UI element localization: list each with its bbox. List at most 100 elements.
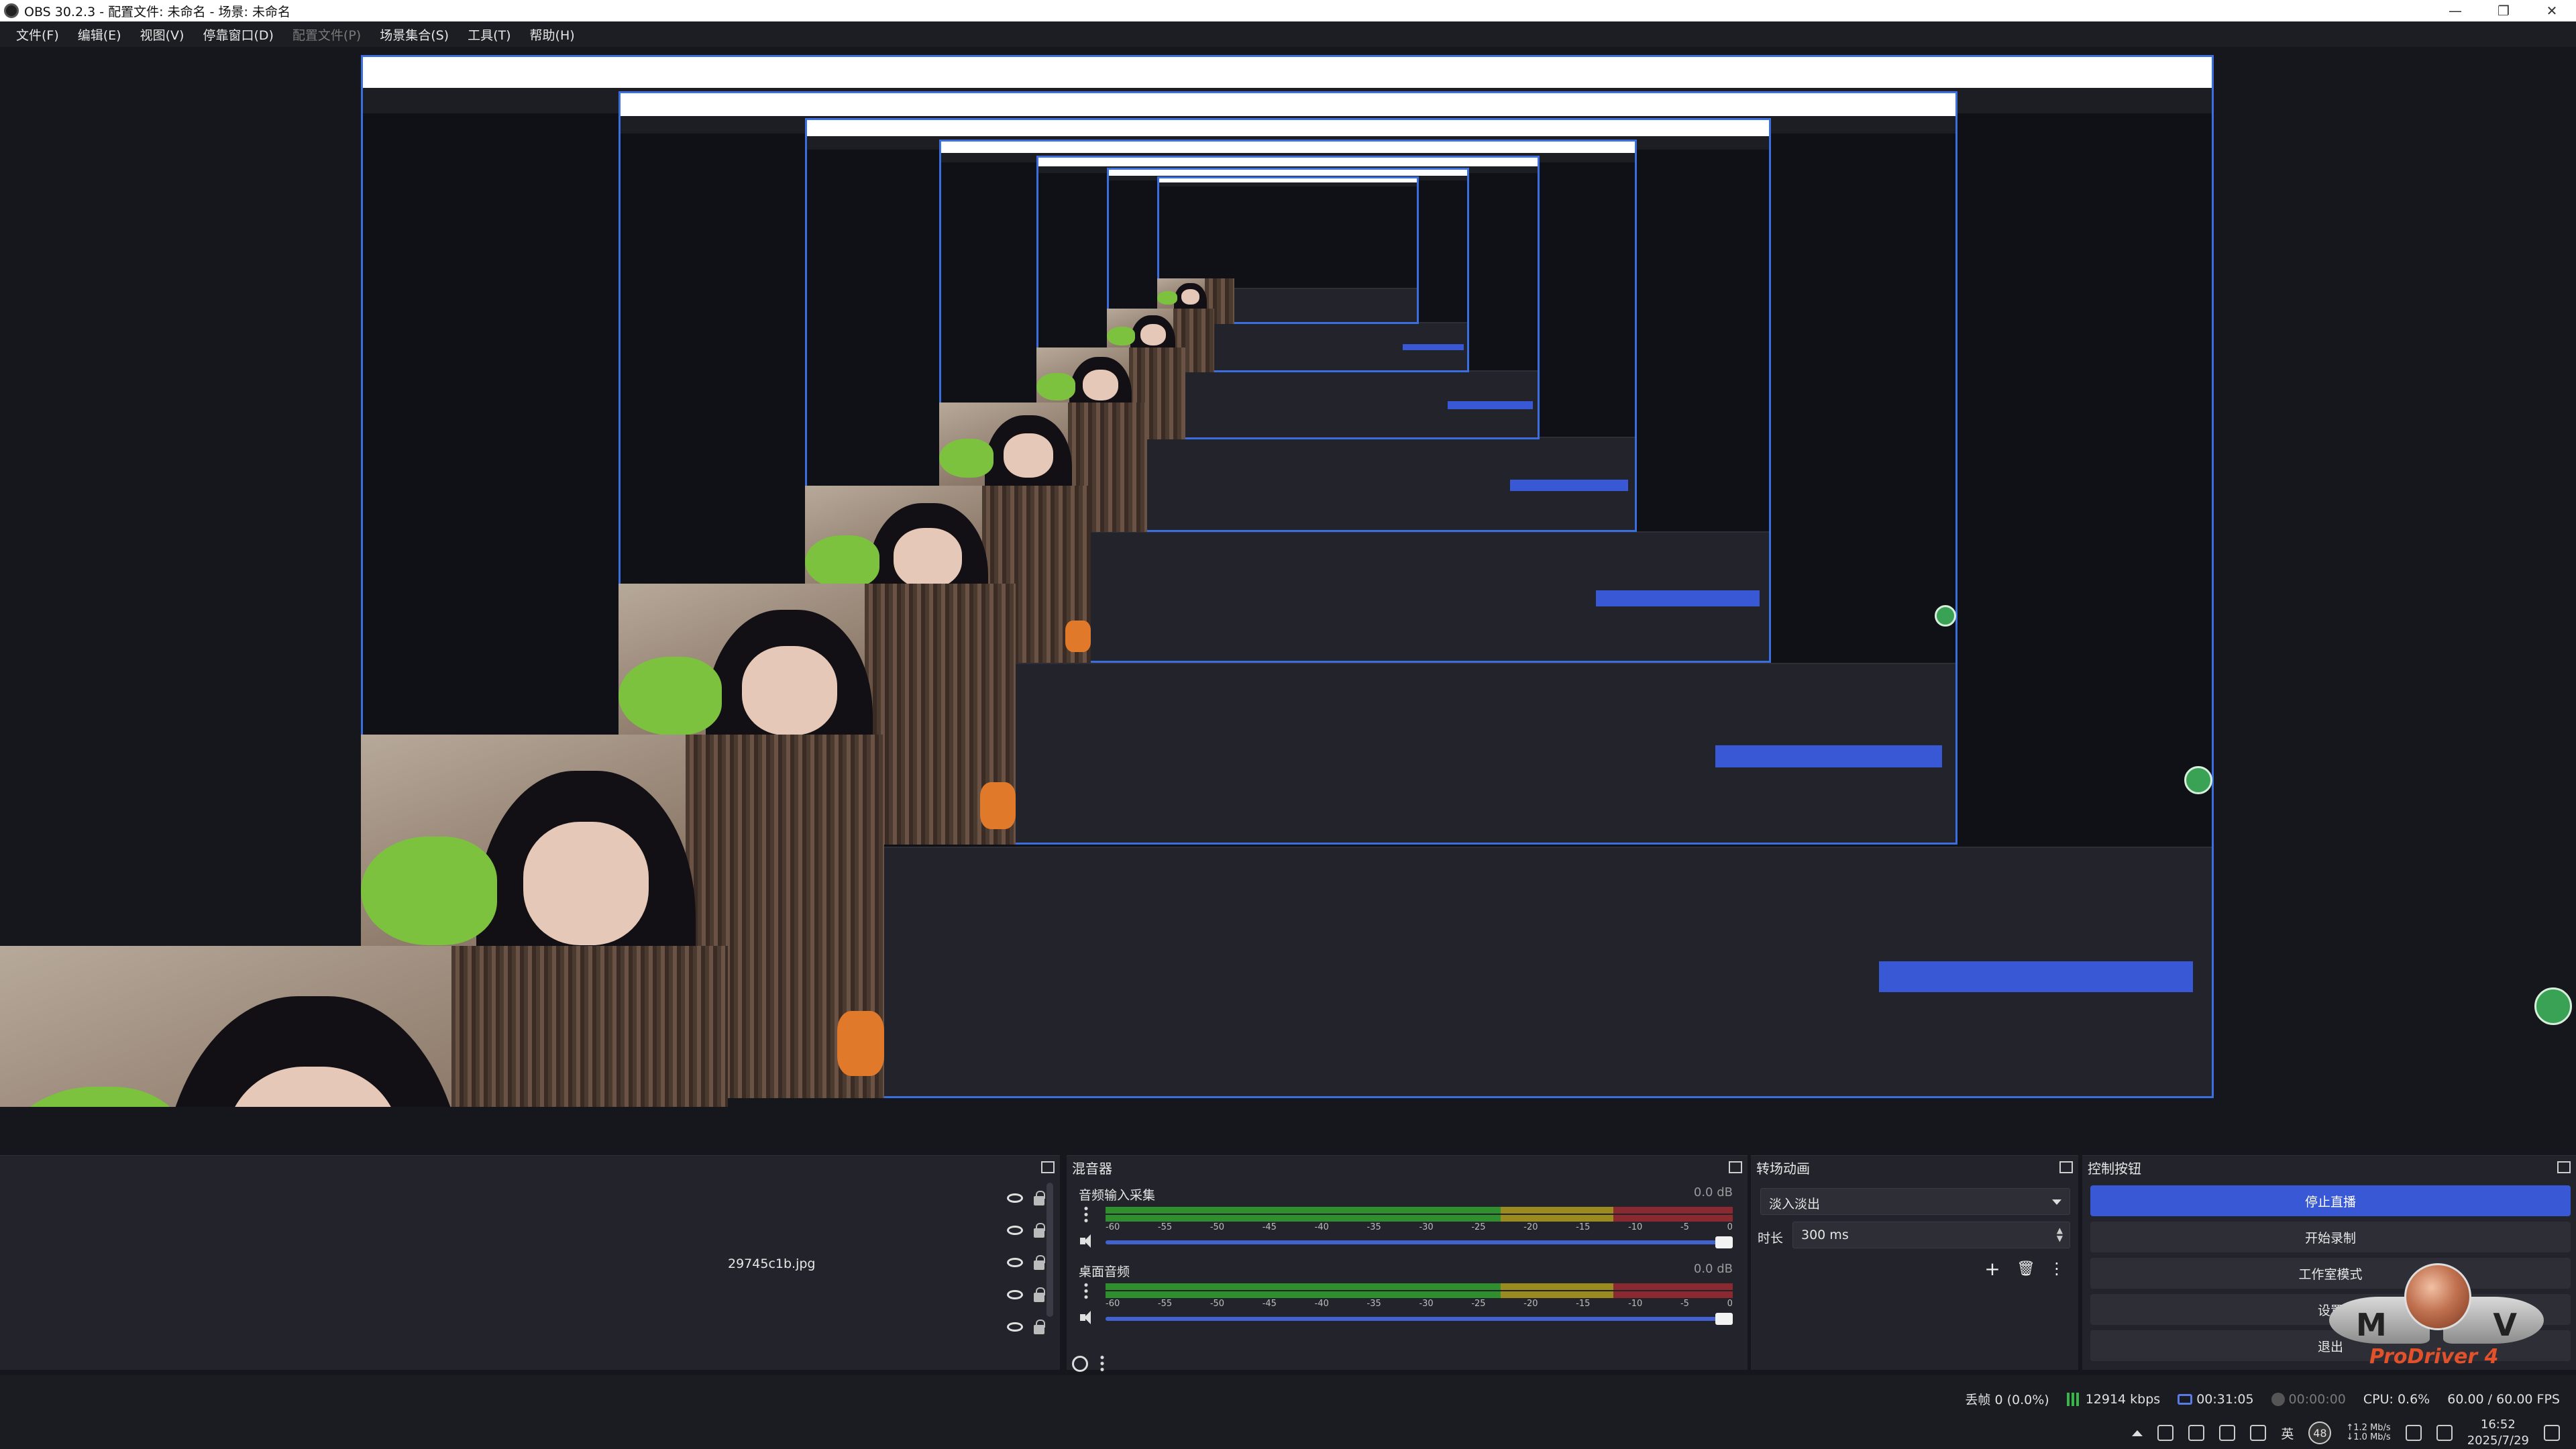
source-row[interactable] xyxy=(721,1183,1057,1214)
close-button[interactable]: ✕ xyxy=(2528,0,2576,21)
volume-meter xyxy=(1106,1207,1733,1214)
undock-icon[interactable] xyxy=(1729,1161,1742,1173)
volume-fader[interactable] xyxy=(1106,1236,1733,1248)
channel-menu-icon[interactable] xyxy=(1084,1282,1088,1299)
source-row[interactable] xyxy=(721,1311,1057,1342)
transition-selected: 淡入淡出 xyxy=(1769,1197,1821,1212)
lock-icon[interactable] xyxy=(1034,1223,1045,1238)
record-icon xyxy=(2271,1393,2285,1406)
fader-handle[interactable] xyxy=(1715,1313,1733,1325)
transitions-header: 转场动画 xyxy=(1751,1156,2078,1179)
search-icon[interactable] xyxy=(2436,1425,2453,1441)
menu-bar: 文件(F) 编辑(E) 视图(V) 停靠窗口(D) 配置文件(P) 场景集合(S… xyxy=(0,21,2576,47)
stop-streaming-button[interactable]: 停止直播 xyxy=(2090,1185,2571,1216)
mixer-channel-mic: 音频输入采集 0.0 dB -60 -55 -50 -45 -40 -35 -30 -25 -2… xyxy=(1072,1185,1739,1266)
controls-title: 控制按钮 xyxy=(2088,1160,2141,1177)
gear-icon[interactable] xyxy=(1072,1356,1088,1372)
network-speed: ↑1.2 Mb/s ↓1.0 Mb/s xyxy=(2346,1423,2391,1442)
sync-icon[interactable] xyxy=(2534,987,2572,1025)
sources-header xyxy=(0,1156,1060,1179)
add-transition-button[interactable]: + xyxy=(1982,1258,2003,1280)
lock-icon[interactable] xyxy=(1034,1287,1045,1302)
channel-db: 0.0 dB xyxy=(1693,1185,1733,1199)
volume-meter xyxy=(1106,1283,1733,1290)
obs-logo-icon xyxy=(4,3,19,18)
source-name[interactable]: 29745c1b.jpg xyxy=(728,1256,815,1271)
stream-time: 00:31:05 xyxy=(2178,1392,2254,1407)
source-row[interactable] xyxy=(721,1279,1057,1310)
volume-meter xyxy=(1106,1291,1733,1298)
sync-icon-nested-2 xyxy=(1935,605,1956,627)
dropped-frames: 丢帧 0 (0.0%) xyxy=(1965,1393,2049,1407)
record-time: 00:00:00 xyxy=(2271,1392,2346,1407)
meter-ticks: -60 -55 -50 -45 -40 -35 -30 -25 -20 -15 -10 -5 0 xyxy=(1106,1299,1733,1309)
shield-icon[interactable] xyxy=(2157,1425,2174,1441)
network-icon[interactable] xyxy=(2219,1425,2236,1441)
chevron-down-icon xyxy=(2052,1199,2061,1205)
start-recording-button[interactable]: 开始录制 xyxy=(2090,1222,2571,1252)
menu-edit[interactable]: 编辑(E) xyxy=(68,25,131,44)
fps: 60.00 / 60.00 FPS xyxy=(2447,1391,2560,1407)
duration-input[interactable]: 300 ms ▲ ▼ xyxy=(1792,1222,2070,1248)
sources-dock: 29745c1b.jpg xyxy=(0,1155,1060,1370)
undock-icon[interactable] xyxy=(2557,1161,2571,1173)
status-bar: 丢帧 0 (0.0%) 12914 kbps 00:31:05 00:00:00… xyxy=(0,1375,2576,1449)
prodriver-logo: M V ProDriver 4 xyxy=(2329,1263,2544,1381)
spinner-icon[interactable]: ▲ ▼ xyxy=(2057,1226,2063,1242)
signal-icon xyxy=(2066,1393,2082,1406)
duration-label: 时长 xyxy=(1758,1231,1784,1246)
menu-help[interactable]: 帮助(H) xyxy=(521,25,584,44)
chevron-up-icon[interactable] xyxy=(2132,1430,2143,1436)
minimize-button[interactable]: — xyxy=(2431,0,2479,21)
menu-profile: 配置文件(P) xyxy=(292,28,362,43)
speaker-icon[interactable] xyxy=(1080,1310,1095,1325)
mixer-header: 混音器 xyxy=(1067,1156,1748,1179)
volume-meter xyxy=(1106,1215,1733,1222)
ime-indicator[interactable]: 英 xyxy=(2281,1424,2294,1442)
channel-name: 音频输入采集 xyxy=(1079,1188,1156,1203)
meter-ticks: -60 -55 -50 -45 -40 -35 -30 -25 -20 -15 -10 -5 0 xyxy=(1106,1222,1733,1232)
lock-icon[interactable] xyxy=(1034,1255,1045,1270)
undock-icon[interactable] xyxy=(2059,1161,2073,1173)
clock[interactable]: 16:52 2025/7/29 xyxy=(2467,1417,2529,1449)
menu-scene-collection[interactable]: 场景集合(S) xyxy=(370,25,458,44)
lock-icon[interactable] xyxy=(1034,1191,1045,1205)
eye-icon[interactable] xyxy=(1007,1258,1023,1267)
volume-icon[interactable] xyxy=(2250,1425,2267,1441)
undock-icon[interactable] xyxy=(1041,1161,1055,1173)
webcam-main xyxy=(0,946,728,1107)
transitions-title: 转场动画 xyxy=(1756,1160,1810,1177)
eye-icon[interactable] xyxy=(1007,1226,1023,1235)
more-options-icon[interactable] xyxy=(1100,1354,1104,1372)
channel-name: 桌面音频 xyxy=(1079,1265,1130,1279)
volume-fader[interactable] xyxy=(1106,1313,1733,1325)
source-row[interactable] xyxy=(721,1215,1057,1246)
lock-icon[interactable] xyxy=(1034,1320,1045,1334)
notification-badge[interactable]: 48 xyxy=(2308,1421,2332,1444)
restore-button[interactable]: ❐ xyxy=(2479,0,2528,21)
eye-icon[interactable] xyxy=(1007,1290,1023,1299)
sources-scrollbar[interactable] xyxy=(1046,1183,1053,1317)
live-icon xyxy=(2178,1394,2193,1405)
eye-icon[interactable] xyxy=(1007,1322,1023,1332)
eye-icon[interactable] xyxy=(1007,1193,1023,1203)
microphone-icon[interactable] xyxy=(2188,1425,2205,1441)
speaker-icon[interactable] xyxy=(1080,1234,1095,1248)
fader-handle[interactable] xyxy=(1715,1236,1733,1248)
menu-file[interactable]: 文件(F) xyxy=(7,25,68,44)
menu-tools[interactable]: 工具(T) xyxy=(458,25,520,44)
sync-icon-nested-1 xyxy=(2184,766,2212,794)
channel-menu-icon[interactable] xyxy=(1084,1205,1088,1223)
title-bar: OBS 30.2.3 - 配置文件: 未命名 - 场景: 未命名 — ❐ ✕ xyxy=(0,0,2576,21)
more-options-icon[interactable]: ⋮ xyxy=(2046,1258,2068,1279)
menu-view[interactable]: 视图(V) xyxy=(131,25,194,44)
transition-select[interactable]: 淡入淡出 xyxy=(1760,1188,2070,1215)
menu-docks[interactable]: 停靠窗口(D) xyxy=(193,25,282,44)
mixer-title: 混音器 xyxy=(1072,1160,1112,1177)
trash-icon[interactable]: 🗑 xyxy=(2015,1258,2037,1279)
controls-header: 控制按钮 xyxy=(2082,1156,2576,1179)
window-controls: — ❐ ✕ xyxy=(2431,0,2576,21)
preview-canvas[interactable] xyxy=(0,47,2576,1107)
screenshot-icon[interactable] xyxy=(2405,1425,2422,1441)
notification-icon[interactable] xyxy=(2544,1425,2560,1441)
